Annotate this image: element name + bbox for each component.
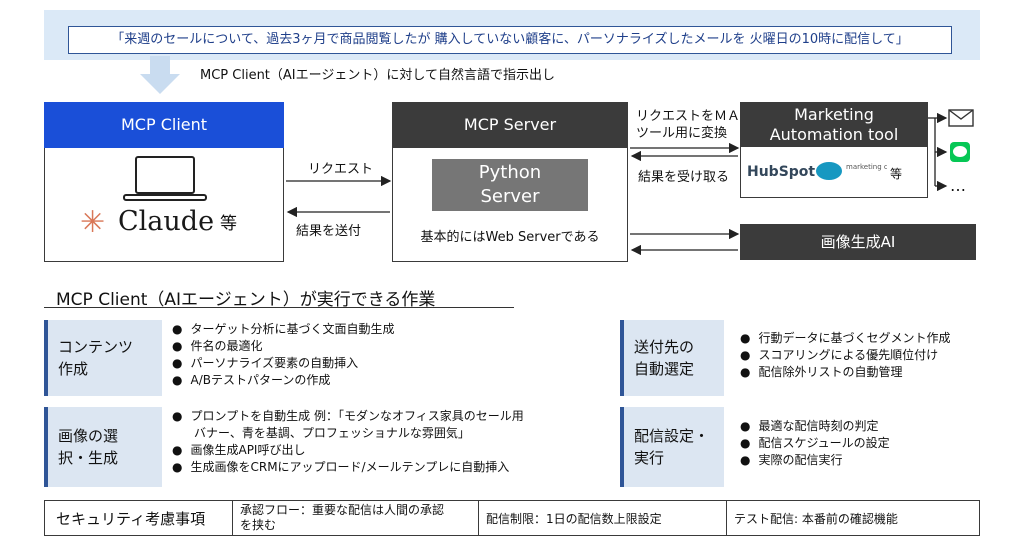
task-label-line1: コンテンツ: [58, 338, 134, 356]
list-item: A/Bテストパターンの作成: [172, 372, 395, 389]
list-item: 配信除外リストの自動管理: [740, 364, 951, 381]
more-channels-label: …: [950, 176, 966, 195]
task-label-line2: 作成: [58, 360, 89, 378]
task-label-line2: 実行: [634, 449, 665, 467]
list-item: ターゲット分析に基づく文面自動生成: [172, 321, 394, 338]
line-app-icon: [950, 142, 970, 162]
task-label-line1: 画像の選: [58, 427, 119, 445]
list-item: 画像生成API呼び出し: [172, 442, 524, 459]
task-label-content: コンテンツ 作成: [44, 320, 162, 396]
list-item: 生成画像をCRMにアップロード/メールテンプレに自動挿入: [172, 459, 524, 476]
convert-line2: ツール用に変換: [636, 126, 728, 141]
task-label-delivery: 配信設定・ 実行: [620, 407, 724, 487]
security-title: セキュリティ考慮事項: [56, 509, 206, 528]
list-item: 実際の配信実行: [740, 452, 890, 469]
task-label-image: 画像の選 択・生成: [44, 407, 162, 487]
task-label-line1: 配信設定・: [634, 427, 710, 445]
task-label-line2: 択・生成: [58, 449, 119, 467]
convert-line1: リクエストをＭＡ: [636, 109, 741, 124]
list-item: 行動データに基づくセグメント作成: [740, 330, 950, 347]
list-item: プロンプトを自動生成 例：「モダンなオフィス家具のセール用: [172, 408, 523, 425]
convert-request-label: リクエストをＭＡ ツール用に変換: [636, 108, 740, 142]
task-label-recipients: 送付先の 自動選定: [620, 320, 724, 396]
receive-result-label: 結果を受け取る: [638, 170, 730, 185]
task-label-line1: 送付先の: [634, 338, 695, 356]
section-underline: [44, 307, 514, 308]
task-list-image: プロンプトを自動生成 例：「モダンなオフィス家具のセール用 バナー、青を基調、プ…: [172, 408, 524, 476]
task-list-delivery: 最適な配信時刻の判定 配信スケジュールの設定 実際の配信実行: [740, 418, 890, 469]
request-label: リクエスト: [308, 162, 374, 177]
list-item: バナー、青を基調、プロフェッショナルな雰囲気」: [194, 426, 470, 440]
security-item-limit: 配信制限：1日の配信数上限設定: [486, 511, 662, 526]
list-item: スコアリングによる優先順位付け: [740, 347, 951, 364]
list-item: 件名の最適化: [172, 338, 395, 355]
list-item: 最適な配信時刻の判定: [740, 418, 890, 435]
mail-icon: [948, 109, 974, 127]
task-list-recipients: 行動データに基づくセグメント作成 スコアリングによる優先順位付け 配信除外リスト…: [740, 330, 951, 381]
task-list-content: ターゲット分析に基づく文面自動生成 件名の最適化 パーソナライズ要素の自動挿入 …: [172, 321, 395, 389]
security-item-approval-line2: を挟む: [240, 518, 277, 532]
task-label-line2: 自動選定: [634, 360, 695, 378]
security-item-approval: 承認フロー：重要な配信は人間の承認 を挟む: [232, 500, 478, 536]
list-item: パーソナライズ要素の自動挿入: [172, 355, 395, 372]
send-result-label: 結果を送付: [296, 224, 362, 239]
list-item: 配信スケジュールの設定: [740, 435, 889, 452]
security-item-approval-line1: 承認フロー：重要な配信は人間の承認: [240, 503, 445, 517]
security-item-test: テスト配信: 本番前の確認機能: [734, 511, 898, 526]
